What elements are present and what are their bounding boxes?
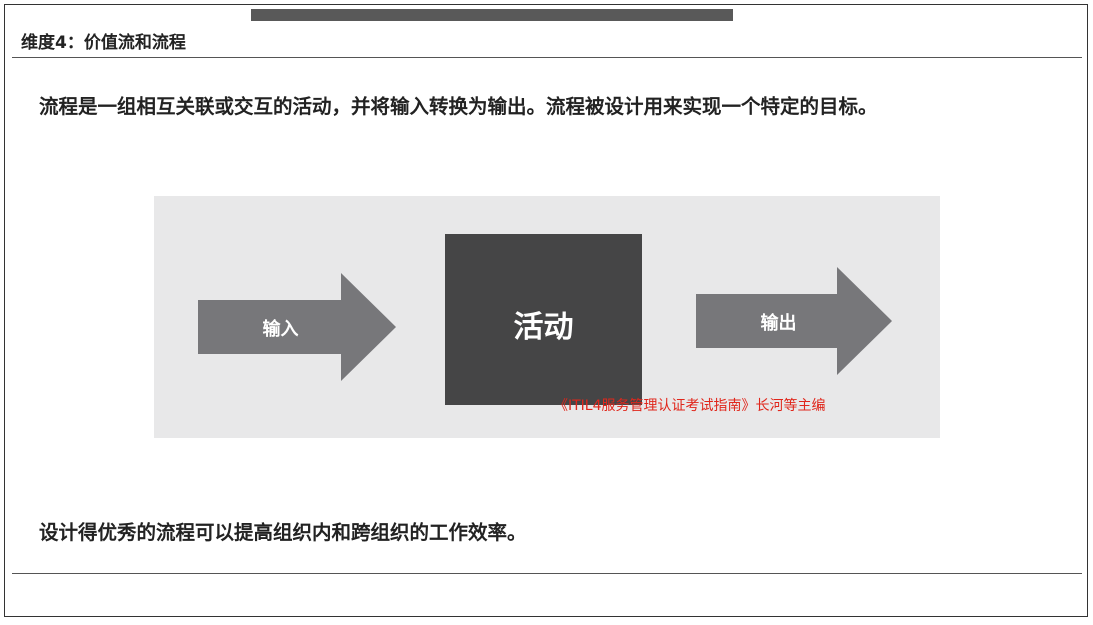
output-arrow: 输出 — [696, 267, 892, 375]
input-arrow: 输入 — [198, 273, 396, 381]
activity-label: 活动 — [513, 310, 574, 345]
closing-text: 设计得优秀的流程可以提高组织内和跨组织的工作效率。 — [39, 521, 527, 544]
activity-box: 活动 — [445, 234, 642, 405]
header-divider — [12, 57, 1082, 58]
section-title: 维度4：价值流和流程 — [21, 33, 186, 53]
intro-text: 流程是一组相互关联或交互的活动，并将输入转换为输出。流程被设计用来实现一个特定的… — [39, 95, 878, 118]
input-label: 输入 — [262, 319, 299, 340]
output-label: 输出 — [760, 313, 797, 334]
source-watermark: 《ITIL4服务管理认证考试指南》长河等主编 — [554, 398, 826, 414]
top-decorative-bar — [251, 9, 733, 21]
footer-divider — [12, 573, 1082, 574]
